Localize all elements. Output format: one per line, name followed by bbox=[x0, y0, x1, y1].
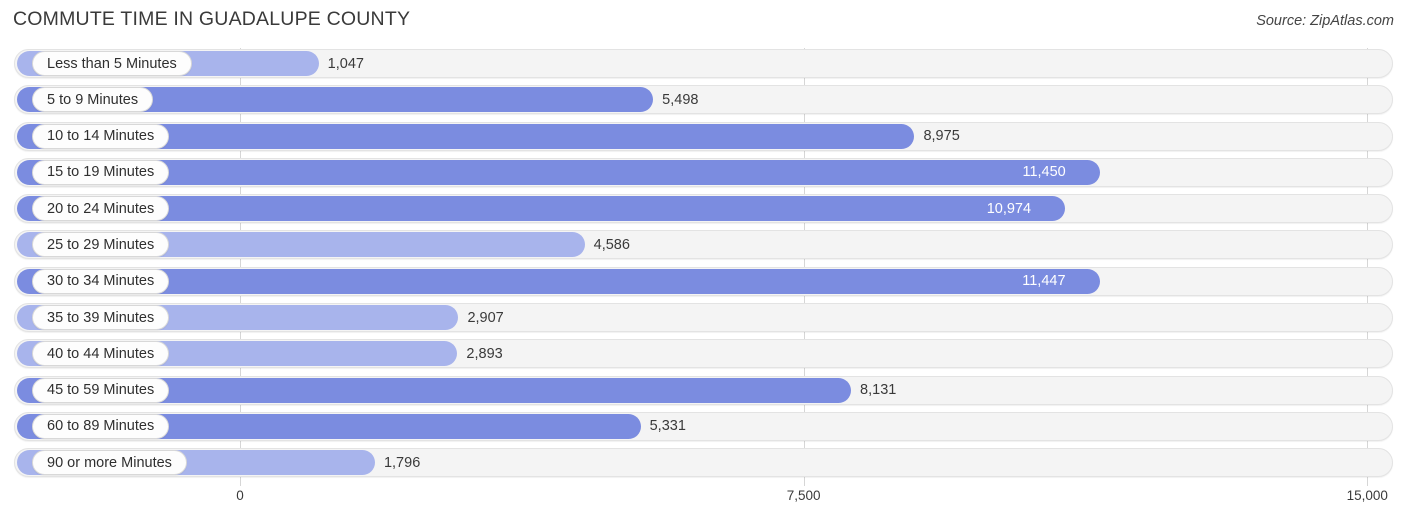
axis-tick-label: 15,000 bbox=[1346, 488, 1388, 503]
value-bar[interactable] bbox=[17, 268, 1101, 294]
bar-row: Less than 5 Minutes 1,047 bbox=[0, 46, 1406, 82]
bar-row: 40 to 44 Minutes 2,893 bbox=[0, 336, 1406, 372]
category-label: 90 or more Minutes bbox=[32, 450, 187, 476]
bar-rows: Less than 5 Minutes 1,047 5 to 9 Minutes 5,… bbox=[0, 46, 1406, 482]
category-label: 60 to 89 Minutes bbox=[32, 413, 170, 439]
category-label: 10 to 14 Minutes bbox=[32, 123, 170, 149]
bar-row: 90 or more Minutes 1,796 bbox=[0, 445, 1406, 481]
x-axis: 0 7,500 15,000 bbox=[0, 486, 1406, 522]
bar-row: 35 to 39 Minutes 2,907 bbox=[0, 300, 1406, 336]
value-label: 5,498 bbox=[662, 91, 699, 108]
value-bar[interactable] bbox=[17, 159, 1101, 185]
category-label: 45 to 59 Minutes bbox=[32, 377, 170, 403]
value-label: 11,450 bbox=[1022, 164, 1066, 181]
value-label: 5,331 bbox=[649, 418, 686, 435]
value-label: 11,447 bbox=[1022, 273, 1066, 290]
category-label: 5 to 9 Minutes bbox=[32, 87, 154, 113]
category-label: 30 to 34 Minutes bbox=[32, 268, 170, 294]
category-label: Less than 5 Minutes bbox=[32, 51, 192, 76]
bar-row: 10 to 14 Minutes 8,975 bbox=[0, 119, 1406, 155]
bar-row: 25 to 29 Minutes 4,586 bbox=[0, 227, 1406, 263]
source-attribution: Source: ZipAtlas.com bbox=[1256, 13, 1394, 29]
category-label: 35 to 39 Minutes bbox=[32, 305, 170, 331]
chart-container: COMMUTE TIME IN GUADALUPE COUNTY Source:… bbox=[0, 0, 1406, 522]
category-label: 15 to 19 Minutes bbox=[32, 159, 170, 185]
value-label: 1,796 bbox=[383, 454, 421, 471]
value-label: 10,974 bbox=[986, 200, 1032, 217]
bar-row: 5 to 9 Minutes 5,498 bbox=[0, 82, 1406, 118]
bar-row: 15 to 19 Minutes 11,450 bbox=[0, 155, 1406, 191]
value-label: 8,975 bbox=[923, 128, 960, 145]
value-label: 1,047 bbox=[327, 55, 364, 72]
bar-row: 30 to 34 Minutes 11,447 bbox=[0, 264, 1406, 300]
category-label: 20 to 24 Minutes bbox=[32, 196, 170, 222]
value-label: 2,907 bbox=[467, 309, 504, 326]
bar-row: 60 to 89 Minutes 5,331 bbox=[0, 409, 1406, 445]
value-label: 2,893 bbox=[466, 345, 503, 362]
page-title: COMMUTE TIME IN GUADALUPE COUNTY bbox=[13, 8, 411, 30]
axis-tick-label: 7,500 bbox=[786, 488, 821, 503]
bar-row: 45 to 59 Minutes 8,131 bbox=[0, 373, 1406, 409]
chart-header: COMMUTE TIME IN GUADALUPE COUNTY Source:… bbox=[0, 0, 1406, 46]
category-label: 40 to 44 Minutes bbox=[32, 341, 170, 367]
value-bar[interactable] bbox=[17, 196, 1065, 222]
category-label: 25 to 29 Minutes bbox=[32, 232, 170, 258]
plot-area: Less than 5 Minutes 1,047 5 to 9 Minutes 5,… bbox=[0, 46, 1406, 486]
axis-tick-label: 0 bbox=[236, 488, 244, 503]
value-label: 4,586 bbox=[593, 236, 630, 253]
value-label: 8,131 bbox=[860, 382, 897, 399]
bar-row: 20 to 24 Minutes 10,974 bbox=[0, 191, 1406, 227]
